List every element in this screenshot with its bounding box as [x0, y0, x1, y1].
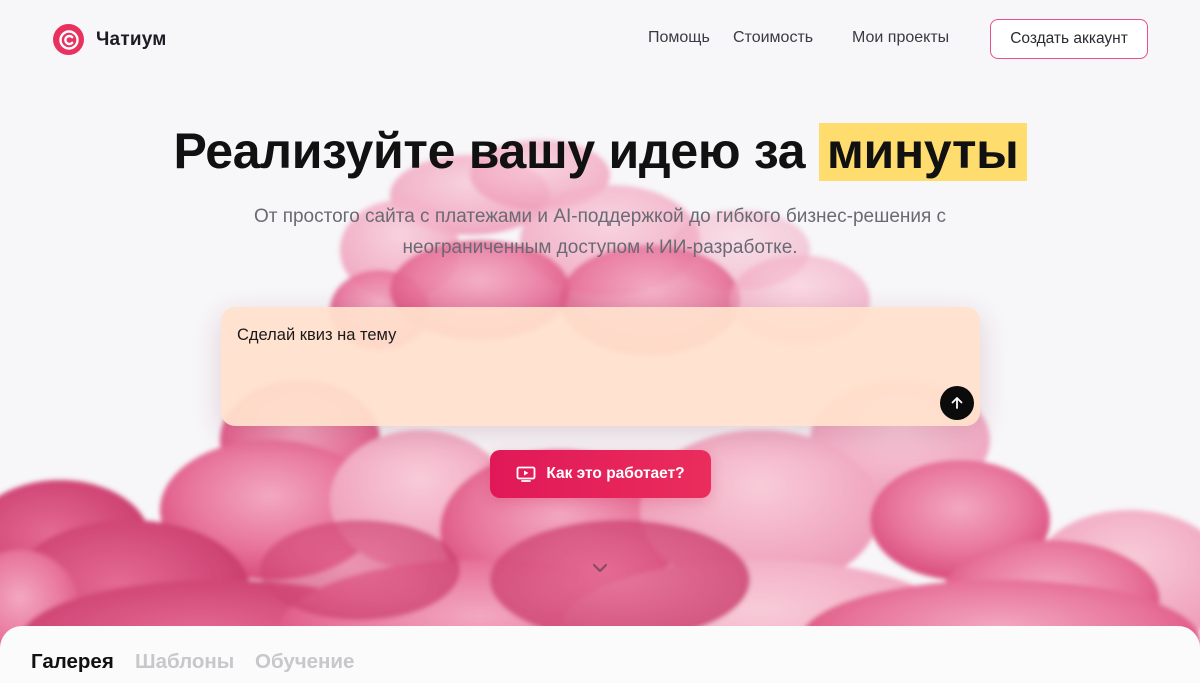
hero-title: Реализуйте вашу идею за минуты	[0, 122, 1200, 181]
hero-subtitle: От простого сайта с платежами и AI-подде…	[253, 206, 947, 258]
how-it-works-label: Как это работает?	[546, 465, 685, 482]
brand-logo[interactable]: Чатиум	[53, 24, 166, 55]
how-it-works-button[interactable]: Как это работает?	[490, 450, 711, 498]
prompt-input[interactable]: Сделай квиз на тему	[221, 307, 980, 426]
logo-chat-icon	[53, 24, 84, 55]
arrow-up-icon	[951, 397, 963, 409]
play-screen-icon	[516, 466, 536, 482]
nav-projects-link[interactable]: Мои проекты	[852, 29, 949, 47]
hero-title-main: Реализуйте вашу идею за	[173, 123, 806, 179]
send-button[interactable]	[940, 386, 974, 420]
create-account-button[interactable]: Создать аккаунт	[990, 19, 1148, 59]
chevron-down-icon[interactable]	[591, 561, 609, 575]
content-tabs-panel: Галерея Шаблоны Обучение	[0, 626, 1200, 683]
hero-title-highlight: минуты	[818, 123, 1027, 181]
nav-help-link[interactable]: Помощь	[648, 29, 710, 47]
tab-gallery[interactable]: Галерея	[31, 650, 114, 674]
nav-pricing-link[interactable]: Стоимость	[733, 29, 813, 47]
tab-learning[interactable]: Обучение	[255, 650, 354, 674]
brand-name: Чатиум	[96, 28, 167, 50]
tab-templates[interactable]: Шаблоны	[135, 650, 234, 674]
top-header: Чатиум Помощь Стоимость Мои проекты Созд…	[0, 0, 1200, 78]
prompt-input-value[interactable]: Сделай квиз на тему	[237, 326, 396, 345]
